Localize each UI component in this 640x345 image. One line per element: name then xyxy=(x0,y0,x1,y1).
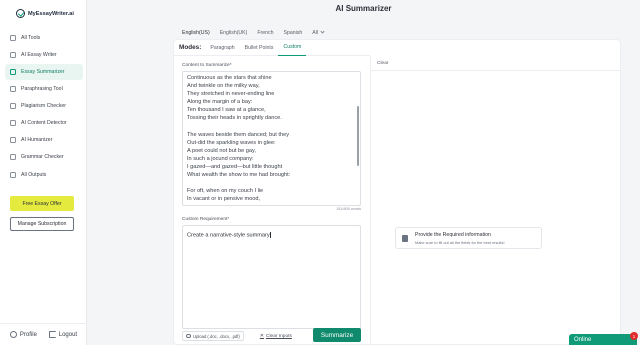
chevron-down-icon xyxy=(320,29,325,34)
logo[interactable]: MyEssayWriter.ai xyxy=(16,9,74,18)
grid-icon xyxy=(10,34,16,41)
cloud-upload-icon xyxy=(186,334,191,338)
gear-icon xyxy=(9,331,17,338)
sidebar-item-label: AI Essay Writer xyxy=(21,51,57,58)
sidebar-item-all-tools[interactable]: All Tools xyxy=(5,30,83,46)
sidebar-item-label: AI Humanizer xyxy=(21,137,53,144)
tab-paragraph[interactable]: Paragraph xyxy=(205,40,239,56)
check-icon xyxy=(10,154,16,161)
sidebar-item-label: Paraphrasing Tool xyxy=(21,86,63,93)
sidebar: MyEssayWriter.ai All Tools AI Essay Writ… xyxy=(0,0,87,345)
tab-bullet-points[interactable]: Bullet Points xyxy=(240,40,279,56)
tab-french[interactable]: French xyxy=(252,30,278,36)
sidebar-item-essay-summarizer[interactable]: Essay Summarizer xyxy=(5,64,83,80)
upload-label: Upload (.doc, .docx, .pdf) xyxy=(193,333,240,339)
logout-icon xyxy=(48,331,56,338)
logo-check-icon xyxy=(16,9,25,18)
profile-button[interactable]: Profile xyxy=(9,331,37,338)
output-header-divider xyxy=(371,70,622,71)
modes-row: Modes: Paragraph Bullet Points Custom xyxy=(174,40,370,56)
modes-label: Modes: xyxy=(179,44,202,51)
word-count: 151/800 words xyxy=(336,207,361,211)
tab-english-uk[interactable]: English(UK) xyxy=(215,30,253,36)
sidebar-footer: Profile Logout xyxy=(0,323,87,345)
content-text: Continuous as the stars that shine And t… xyxy=(187,75,291,205)
sidebar-item-ai-essay-writer[interactable]: AI Essay Writer xyxy=(5,47,83,63)
logout-button[interactable]: Logout xyxy=(48,331,78,338)
online-chat-button[interactable]: Online xyxy=(569,334,637,345)
document-icon xyxy=(402,234,408,242)
custom-requirement-input[interactable]: Create a narrative-style summary xyxy=(182,225,361,329)
close-icon: ✕ xyxy=(259,333,264,339)
scroll-thumb[interactable] xyxy=(357,106,359,166)
sidebar-item-label: AI Content Detector xyxy=(21,120,67,127)
pencil-icon xyxy=(10,51,16,58)
sidebar-item-label: All Outputs xyxy=(21,171,47,178)
document-icon xyxy=(10,68,16,75)
sidebar-item-label: All Tools xyxy=(21,34,41,41)
summarize-button[interactable]: Summarize xyxy=(313,328,361,342)
clear-output-button[interactable]: Clear xyxy=(377,61,388,66)
content-label: Content to Summarize* xyxy=(182,63,232,68)
sidebar-item-paraphrasing-tool[interactable]: Paraphrasing Tool xyxy=(5,81,83,97)
sidebar-item-ai-humanizer[interactable]: AI Humanizer xyxy=(5,133,83,149)
tab-custom[interactable]: Custom xyxy=(278,40,307,56)
shield-icon xyxy=(10,103,16,110)
sidebar-item-all-outputs[interactable]: All Outputs xyxy=(5,167,83,183)
scan-icon xyxy=(10,120,16,127)
folder-icon xyxy=(10,171,16,178)
sidebar-item-grammar-checker[interactable]: Grammar Checker xyxy=(5,150,83,166)
manage-subscription-button[interactable]: Manage Subscription xyxy=(10,217,74,231)
custom-requirement-label: Custom Requirement* xyxy=(182,217,230,222)
sidebar-item-label: Grammar Checker xyxy=(21,154,64,161)
panel-divider xyxy=(370,56,371,345)
clear-inputs-button[interactable]: ✕ Clear Inputs xyxy=(260,333,292,339)
tab-english-us[interactable]: English(US) xyxy=(177,30,215,36)
sidebar-item-label: Essay Summarizer xyxy=(21,68,65,75)
text-caret xyxy=(270,232,271,238)
notification-badge: 1 xyxy=(630,332,638,340)
page-title: AI Summarizer xyxy=(335,4,392,13)
upload-button[interactable]: Upload (.doc, .docx, .pdf) xyxy=(182,331,244,341)
content-textarea[interactable]: Continuous as the stars that shine And t… xyxy=(182,71,361,206)
language-tabs: English(US) English(UK) French Spanish A… xyxy=(177,29,329,36)
profile-label: Profile xyxy=(19,331,37,338)
content-scrollbar[interactable] xyxy=(356,74,359,205)
custom-requirement-value: Create a narrative-style summary xyxy=(187,232,270,239)
tab-spanish[interactable]: Spanish xyxy=(279,30,308,36)
tab-all-label: All xyxy=(312,30,319,36)
clear-inputs-label: Clear Inputs xyxy=(266,333,292,339)
sidebar-nav: All Tools AI Essay Writer Essay Summariz… xyxy=(5,30,83,184)
tab-all-languages[interactable]: All xyxy=(307,29,329,36)
info-card: Provide the Required information Make su… xyxy=(395,227,542,249)
refresh-icon xyxy=(10,86,16,93)
logout-label: Logout xyxy=(58,331,78,338)
sidebar-item-plagiarism-checker[interactable]: Plagiarism Checker xyxy=(5,98,83,114)
logo-text: MyEssayWriter.ai xyxy=(28,10,74,17)
sidebar-item-ai-content-detector[interactable]: AI Content Detector xyxy=(5,115,83,131)
action-bar: Upload (.doc, .docx, .pdf) ✕ Clear Input… xyxy=(182,328,361,344)
user-icon xyxy=(10,137,16,144)
sidebar-item-label: Plagiarism Checker xyxy=(21,103,66,110)
free-essay-offer-button[interactable]: Free Essay Offer xyxy=(10,196,74,211)
summarizer-card: Modes: Paragraph Bullet Points Custom Co… xyxy=(173,39,622,345)
info-subtitle: Make sure to fill out all the fields for… xyxy=(415,239,505,245)
info-title: Provide the Required information xyxy=(415,231,491,238)
